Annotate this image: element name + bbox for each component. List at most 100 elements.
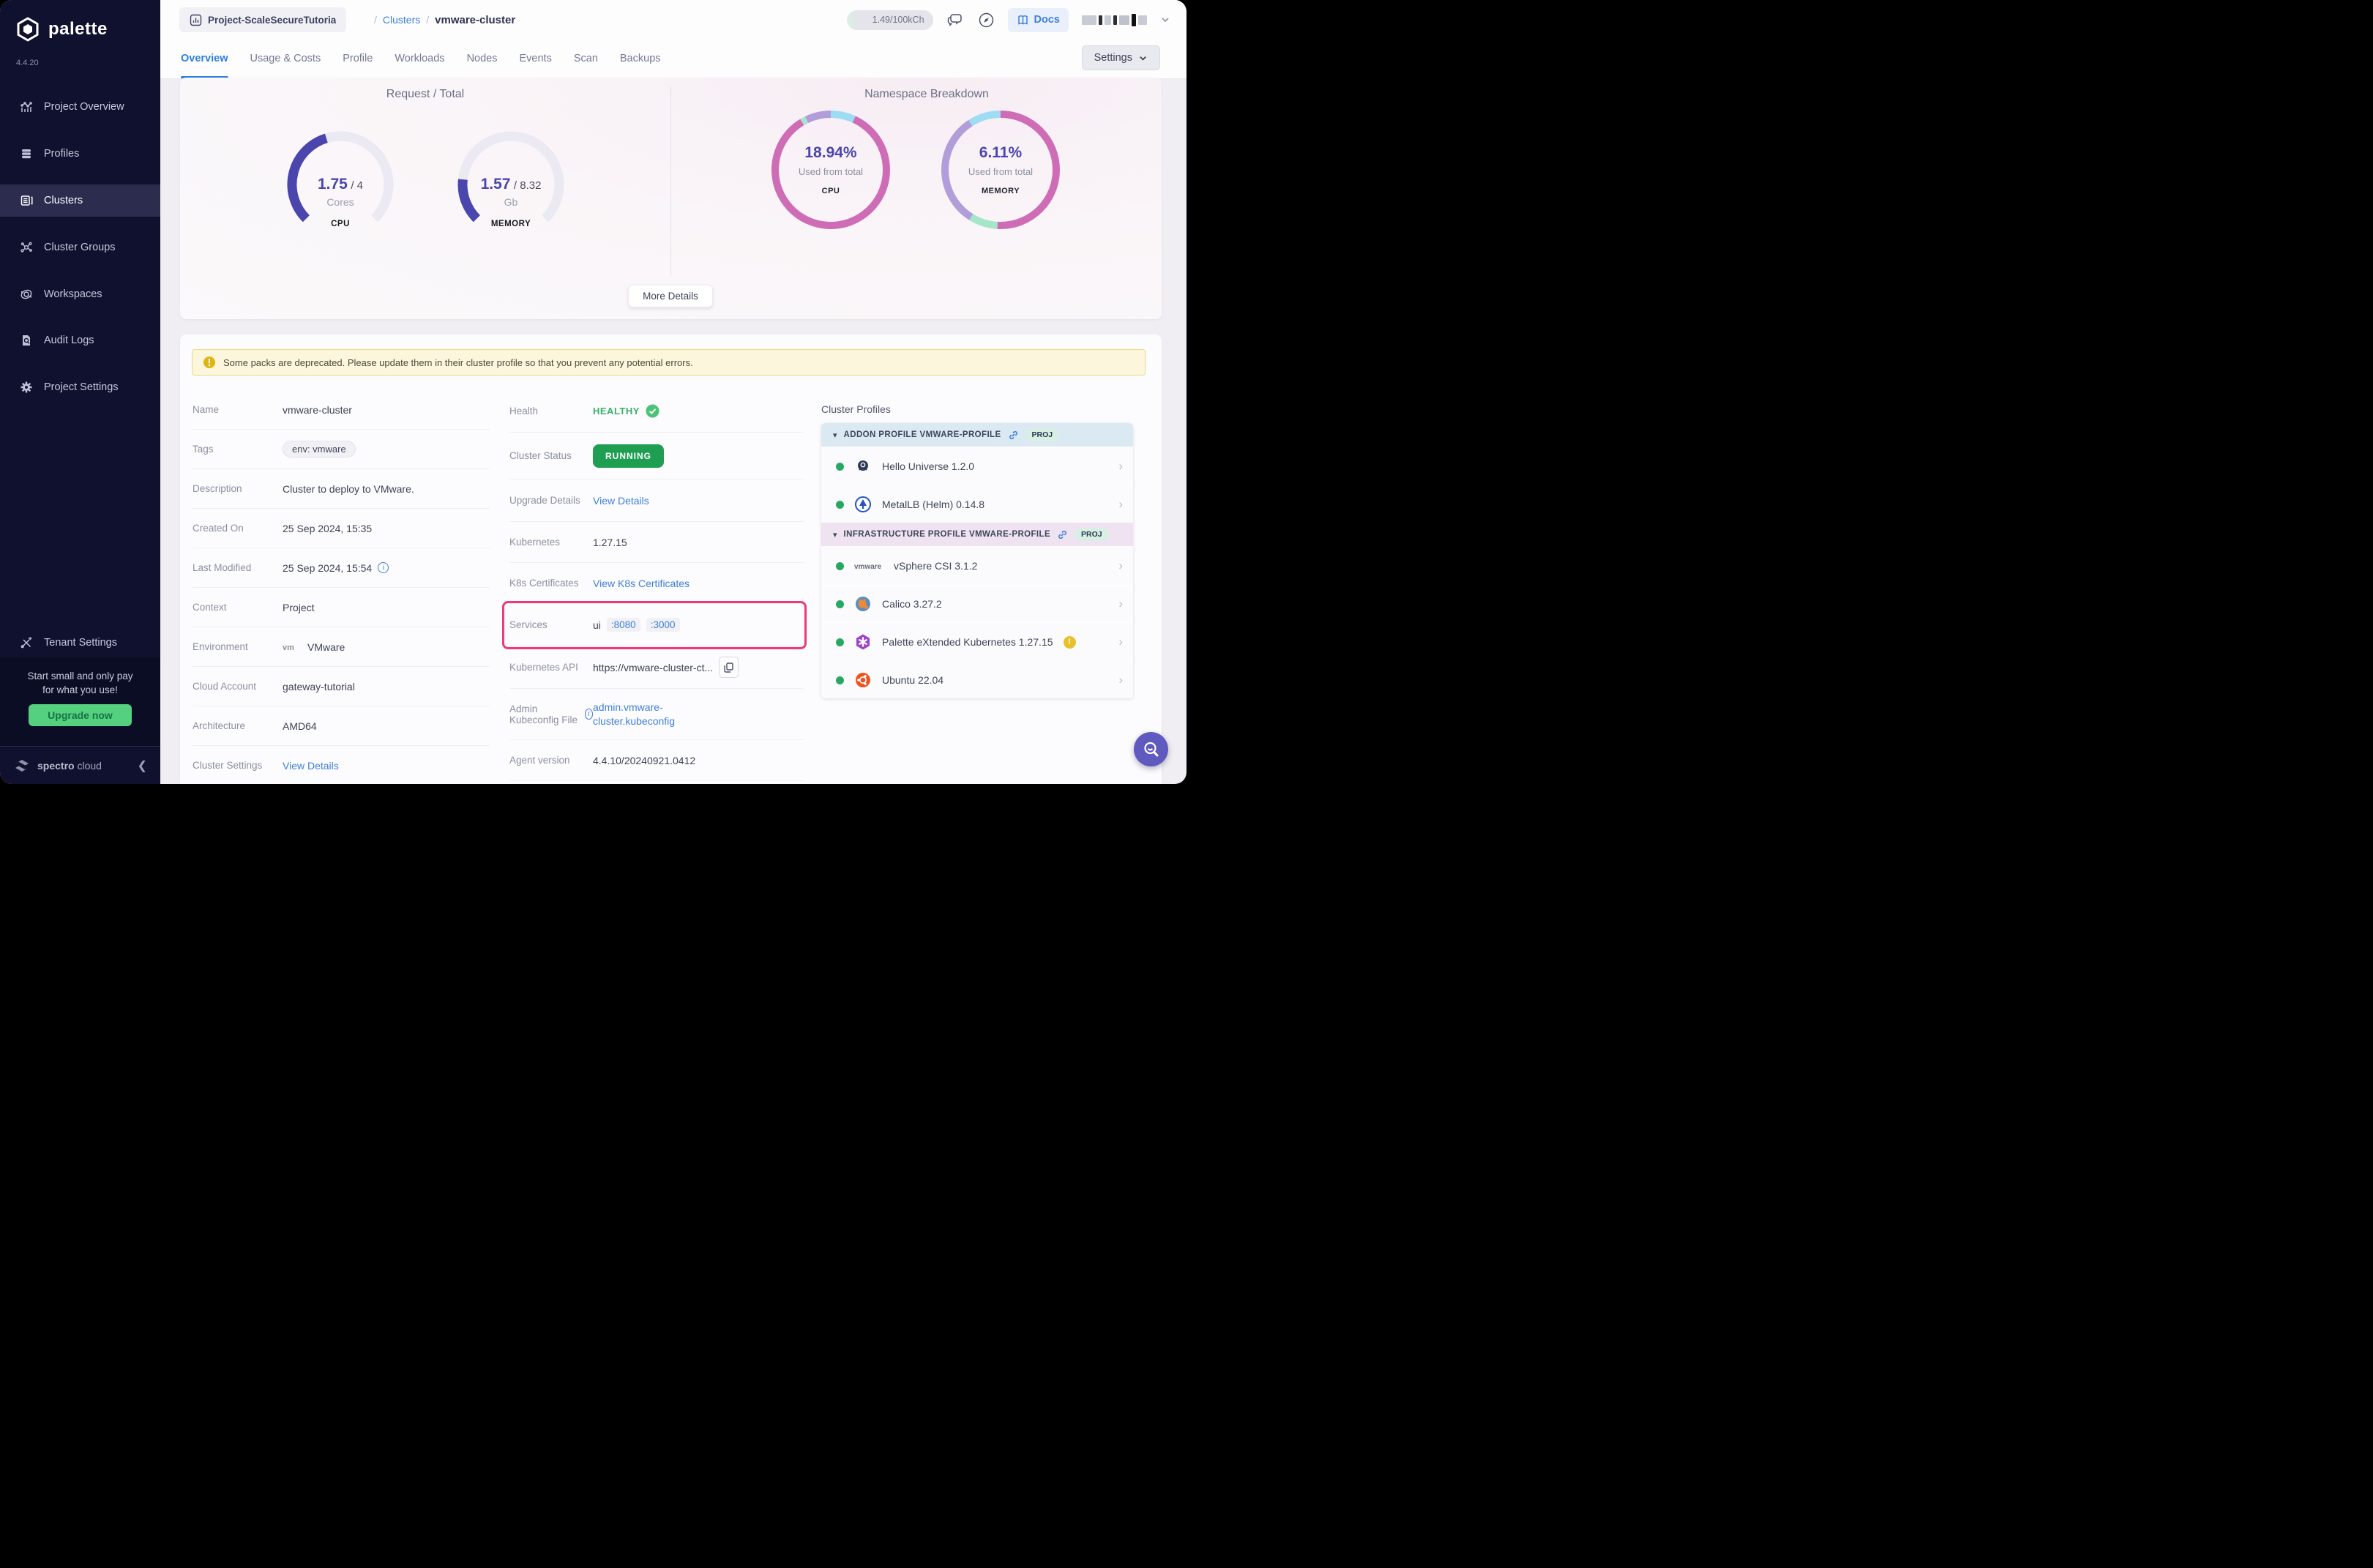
status-dot (836, 600, 844, 608)
chevron-down-icon: ▾ (833, 430, 837, 440)
chevron-down-icon: ▾ (833, 530, 837, 540)
cluster-settings-view-details-link[interactable]: View Details (283, 760, 339, 772)
sidebar-item-project-overview[interactable]: Project Overview (0, 91, 160, 123)
detail-row-kubernetes-api: Kubernetes APIhttps://vmware-cluster-ct.… (509, 646, 804, 689)
sidebar-item-cluster-groups[interactable]: Cluster Groups (0, 231, 160, 264)
view-k8s-certificates-link[interactable]: View K8s Certificates (593, 578, 690, 589)
book-icon (1017, 14, 1029, 26)
page-title: vmware-cluster (435, 14, 515, 26)
chevron-right-icon: › (1118, 559, 1123, 573)
user-menu-chevron-down-icon[interactable] (1160, 15, 1170, 25)
sidebar-item-label: Audit Logs (44, 335, 94, 346)
copy-icon[interactable] (719, 657, 739, 678)
tag-badge: env: vmware (283, 441, 356, 458)
hello-universe-icon (854, 458, 872, 475)
sidebar-item-clusters[interactable]: Clusters (0, 184, 160, 217)
memory-gauge-chart: 1.57 / 8.32 Gb MEMORY (452, 126, 569, 243)
memory-namespace-donut-chart: 6.11% Used from total MEMORY (938, 108, 1063, 232)
upgrade-now-button[interactable]: Upgrade now (29, 704, 132, 726)
info-icon[interactable]: i (585, 709, 593, 720)
infrastructure-profile-section-header[interactable]: ▾ INFRASTRUCTURE PROFILE VMWARE-PROFILE … (821, 523, 1133, 546)
usage-meter: 1.49/100kCh (847, 10, 933, 30)
pack-row-calico[interactable]: Calico 3.27.2 › (821, 586, 1133, 622)
sidebar-item-tenant-settings[interactable]: Tenant Settings (0, 627, 160, 659)
sidebar-item-label: Tenant Settings (44, 637, 117, 649)
sidebar-item-audit-logs[interactable]: Audit Logs (0, 324, 160, 356)
proj-badge: PROJ (1075, 528, 1109, 541)
ubuntu-icon (854, 671, 872, 689)
user-name-redacted[interactable] (1082, 14, 1147, 26)
top-bar: Project-ScaleSecureTutoria / Clusters / … (160, 0, 1186, 40)
info-icon[interactable]: i (378, 562, 389, 573)
docs-button[interactable]: Docs (1008, 8, 1069, 32)
calico-icon (854, 595, 872, 613)
palette-pack-icon (854, 633, 872, 651)
gear-icon (19, 380, 34, 395)
sidebar-item-project-settings[interactable]: Project Settings (0, 371, 160, 403)
sidebar-item-workspaces[interactable]: Workspaces (0, 278, 160, 310)
sidebar-item-label: Profiles (44, 148, 79, 160)
chevron-right-icon: › (1118, 597, 1123, 611)
addon-profile-section-header[interactable]: ▾ ADDON PROFILE VMWARE-PROFILE PROJ (821, 423, 1133, 447)
details-middle-column: HealthHEALTHY Cluster StatusRUNNING Upgr… (509, 390, 804, 781)
detail-row-upgrade-details: Upgrade DetailsView Details (509, 479, 804, 522)
detail-row-created-on: Created On25 Sep 2024, 15:35 (193, 509, 490, 548)
profiles-icon (19, 146, 34, 161)
kubeconfig-download-link[interactable]: admin.vmware-cluster.kubeconfig (593, 701, 675, 728)
tabs-bar: Overview Usage & Costs Profile Workloads… (160, 40, 1186, 79)
top-right-controls: 1.49/100kCh Docs (847, 0, 1170, 40)
compass-icon[interactable] (978, 12, 995, 29)
tab-nodes[interactable]: Nodes (467, 39, 498, 78)
service-port-3000-link[interactable]: :3000 (646, 618, 680, 632)
chat-icon[interactable] (946, 11, 965, 29)
more-details-button[interactable]: More Details (628, 285, 713, 307)
breadcrumb-clusters-link[interactable]: Clusters (383, 14, 420, 26)
cpu-gauge-chart: 1.75 / 4 Cores CPU (282, 126, 399, 243)
tab-profile[interactable]: Profile (343, 39, 373, 78)
chevron-right-icon: › (1118, 673, 1123, 687)
tab-usage-costs[interactable]: Usage & Costs (250, 39, 321, 78)
svg-text:vmware: vmware (854, 563, 882, 571)
detail-row-name: Namevmware-cluster (193, 390, 490, 430)
project-selector[interactable]: Project-ScaleSecureTutoria (179, 7, 346, 32)
pack-row-vsphere-csi[interactable]: vmware vSphere CSI 3.1.2 › (821, 548, 1133, 584)
project-name: Project-ScaleSecureTutoria (208, 15, 336, 26)
pack-row-palette-extended-kubernetes[interactable]: Palette eXtended Kubernetes 1.27.15 ! › (821, 624, 1133, 660)
main-area: Project-ScaleSecureTutoria / Clusters / … (160, 0, 1186, 784)
card-divider (670, 86, 671, 275)
tab-events[interactable]: Events (519, 39, 551, 78)
cpu-donut-label: CPU (769, 187, 893, 195)
help-search-fab[interactable] (1134, 732, 1168, 766)
upgrade-view-details-link[interactable]: View Details (593, 495, 649, 507)
detail-row-environment: EnvironmentvmVMware (193, 627, 490, 667)
tools-icon (19, 635, 34, 650)
cluster-details-card: Some packs are deprecated. Please update… (180, 335, 1162, 784)
search-smile-icon (1142, 740, 1161, 759)
chevron-right-icon: › (1118, 497, 1123, 512)
pack-row-hello-universe[interactable]: Hello Universe 1.2.0 › (821, 448, 1133, 485)
workspaces-icon (19, 287, 34, 302)
check-circle-icon (646, 404, 659, 418)
tab-overview[interactable]: Overview (181, 39, 228, 78)
detail-row-agent-version: Agent version4.4.10/20240921.0412 (509, 740, 804, 781)
breadcrumb-separator: / (426, 14, 429, 26)
link-icon (1057, 529, 1068, 540)
settings-button[interactable]: Settings (1082, 45, 1160, 70)
warning-icon (203, 356, 216, 369)
tab-scan[interactable]: Scan (574, 39, 598, 78)
detail-row-health: HealthHEALTHY (509, 390, 804, 433)
sidebar-item-label: Project Overview (44, 101, 124, 113)
project-chart-icon (190, 14, 202, 26)
usage-charts-card: Request / Total Namespace Breakdown 1.75… (180, 78, 1162, 319)
service-port-8080-link[interactable]: :8080 (607, 618, 640, 632)
health-status: HEALTHY (593, 406, 640, 417)
svg-text:vm: vm (283, 643, 294, 652)
pack-row-ubuntu[interactable]: Ubuntu 22.04 › (821, 662, 1133, 698)
status-dot (836, 501, 844, 509)
collapse-sidebar-icon[interactable]: ❮ (138, 758, 147, 773)
pack-row-metallb[interactable]: MetalLB (Helm) 0.14.8 › (821, 486, 1133, 523)
tab-backups[interactable]: Backups (620, 39, 661, 78)
settings-label: Settings (1094, 52, 1132, 64)
sidebar-item-profiles[interactable]: Profiles (0, 138, 160, 170)
tab-workloads[interactable]: Workloads (395, 39, 444, 78)
